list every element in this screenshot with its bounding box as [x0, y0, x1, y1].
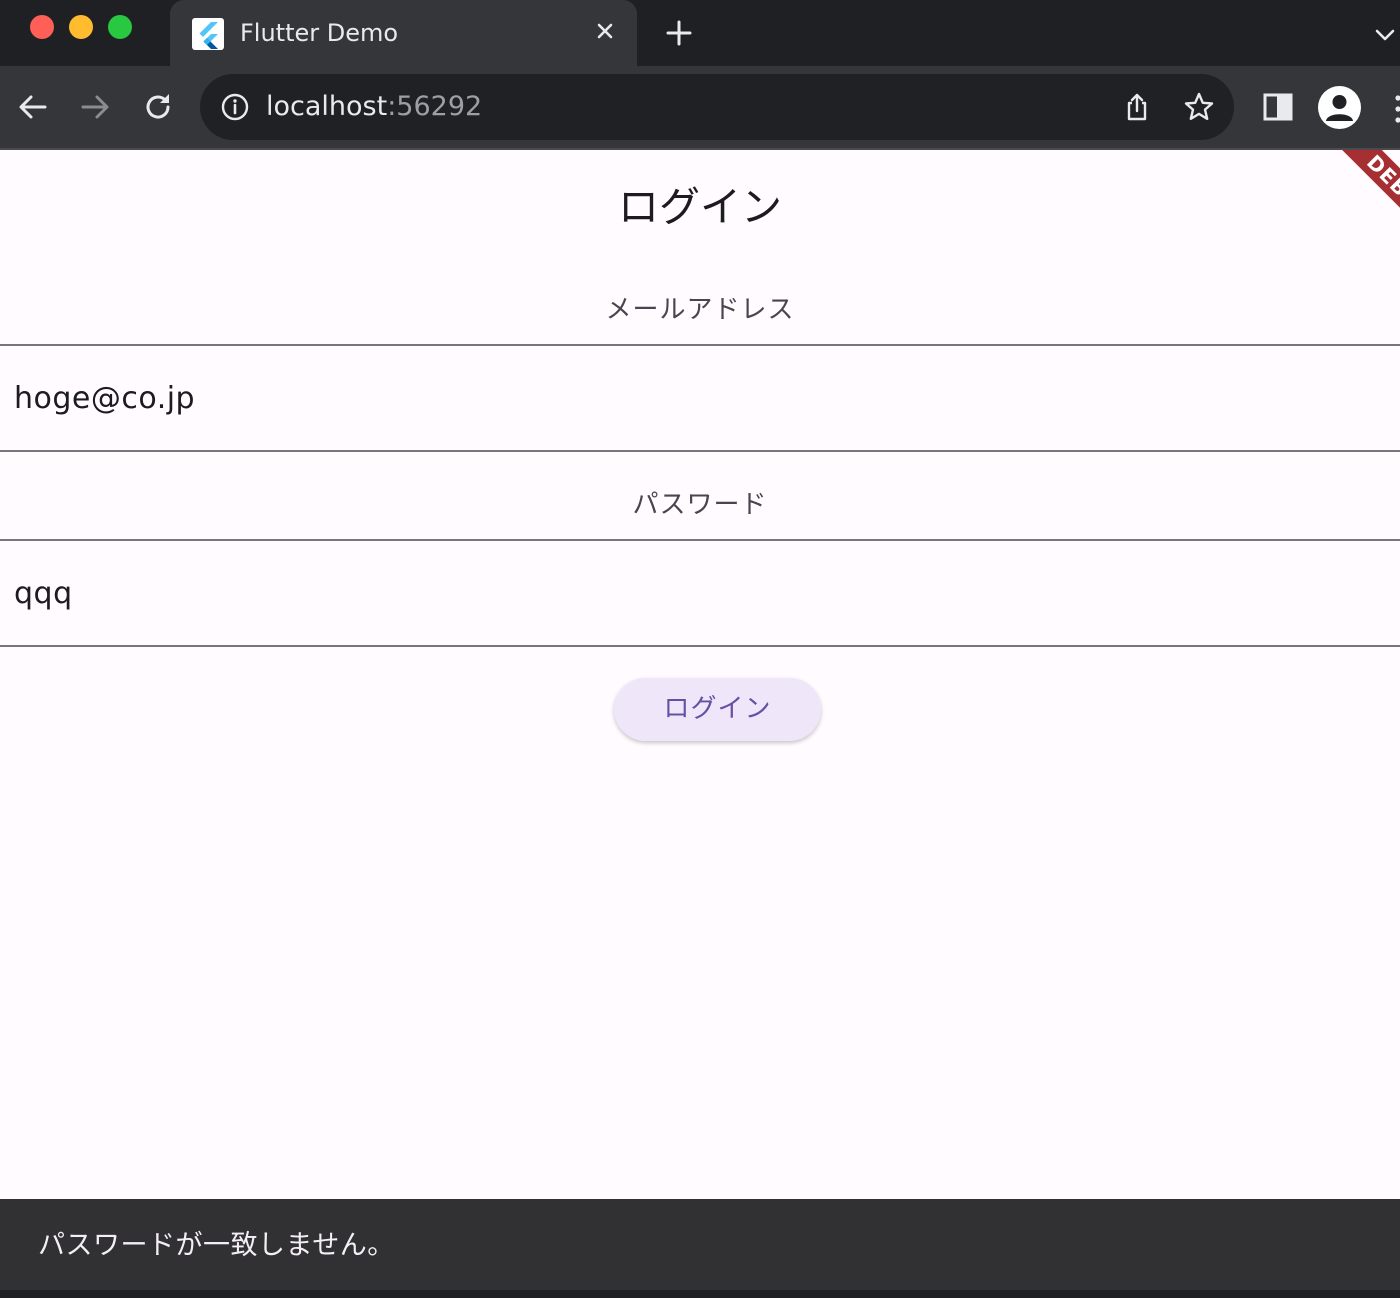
email-value: hoge@co.jp: [14, 381, 196, 416]
browser-toolbar: localhost:56292: [0, 66, 1400, 148]
new-tab-icon[interactable]: [660, 14, 698, 52]
close-window-button[interactable]: [30, 15, 54, 39]
window-bottom-edge: [0, 1290, 1400, 1298]
back-arrow-icon[interactable]: [13, 87, 53, 127]
tab-title: Flutter Demo: [240, 19, 399, 47]
tab-flutter-demo[interactable]: Flutter Demo: [170, 0, 637, 66]
email-field[interactable]: hoge@co.jp: [0, 344, 1400, 452]
page-title: ログイン: [618, 183, 782, 231]
profile-avatar-icon[interactable]: [1318, 86, 1361, 129]
email-label: メールアドレス: [605, 295, 795, 325]
flutter-logo-icon: [192, 18, 224, 50]
minimize-window-button[interactable]: [69, 15, 93, 39]
error-snackbar: パスワードが一致しません。: [0, 1199, 1400, 1290]
tab-strip: Flutter Demo: [0, 0, 1400, 66]
snackbar-message: パスワードが一致しません。: [38, 1230, 395, 1261]
browser-window: Flutter Demo localhost:56292 ログイン メールアドレ…: [0, 0, 1400, 1298]
zoom-window-button[interactable]: [108, 15, 132, 39]
reload-icon[interactable]: [138, 87, 178, 127]
address-bar[interactable]: localhost:56292: [200, 74, 1234, 140]
url-text: localhost:56292: [266, 91, 482, 123]
chevron-down-icon[interactable]: [1370, 20, 1400, 50]
password-label: パスワード: [632, 490, 768, 520]
url-host: localhost: [266, 91, 388, 122]
forward-arrow-icon[interactable]: [75, 87, 115, 127]
share-icon[interactable]: [1121, 91, 1153, 123]
login-button[interactable]: ログイン: [614, 678, 821, 741]
menu-dots-icon[interactable]: [1392, 92, 1400, 126]
login-page: ログイン メールアドレス hoge@co.jp パスワード qqq ログイン D…: [0, 150, 1400, 1290]
password-field[interactable]: qqq: [0, 539, 1400, 647]
star-bookmark-icon[interactable]: [1182, 90, 1216, 124]
password-value: qqq: [14, 576, 73, 611]
side-panel-icon[interactable]: [1258, 87, 1298, 127]
site-info-icon[interactable]: [220, 92, 250, 122]
url-port: :56292: [387, 91, 483, 122]
tab-close-icon[interactable]: [588, 14, 622, 48]
